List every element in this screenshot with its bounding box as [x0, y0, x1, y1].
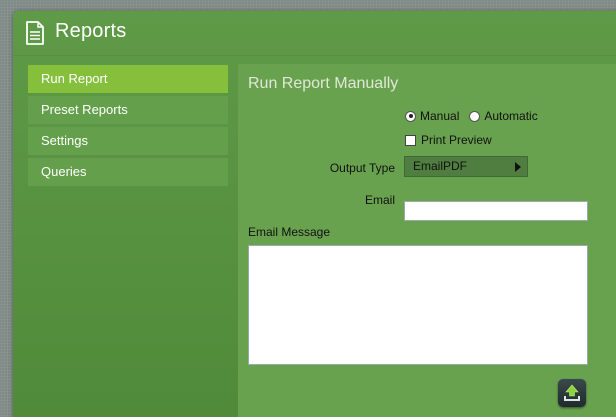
- sidebar: Run Report Preset Reports Settings Queri…: [28, 65, 228, 189]
- sidebar-item-settings[interactable]: Settings: [28, 127, 228, 155]
- print-preview-checkbox[interactable]: [405, 134, 416, 146]
- sidebar-item-run-report[interactable]: Run Report: [28, 65, 228, 93]
- output-type-label: Output Type: [329, 161, 395, 175]
- automatic-radio[interactable]: [469, 110, 481, 122]
- email-label: Email: [364, 193, 395, 207]
- print-preview-label[interactable]: Print Preview: [421, 133, 492, 147]
- header: Reports: [13, 11, 616, 56]
- email-message-label: Email Message: [248, 225, 331, 239]
- panel-title: Run Report Manually: [248, 75, 399, 92]
- email-message-textarea[interactable]: [248, 245, 588, 365]
- sidebar-item-preset-reports[interactable]: Preset Reports: [28, 96, 228, 124]
- automatic-radio-label[interactable]: Automatic: [484, 109, 537, 123]
- triangle-right-icon: [515, 162, 521, 172]
- run-report-panel: Run Report Manually Manual Automatic Pri…: [238, 64, 616, 417]
- reports-window: Reports Run Report Preset Reports Settin…: [13, 11, 616, 417]
- manual-radio-label[interactable]: Manual: [420, 109, 459, 123]
- run-report-upload-button[interactable]: [558, 379, 586, 407]
- output-type-select[interactable]: EmailPDF: [404, 156, 528, 177]
- sidebar-item-queries[interactable]: Queries: [28, 158, 228, 186]
- manual-radio[interactable]: [405, 110, 416, 122]
- mode-radio-group: Manual Automatic: [405, 108, 548, 124]
- print-preview-row: Print Preview: [405, 132, 492, 148]
- output-type-value: EmailPDF: [413, 159, 468, 173]
- email-input[interactable]: [404, 201, 588, 221]
- document-icon: [25, 21, 45, 45]
- page-title: Reports: [55, 20, 127, 42]
